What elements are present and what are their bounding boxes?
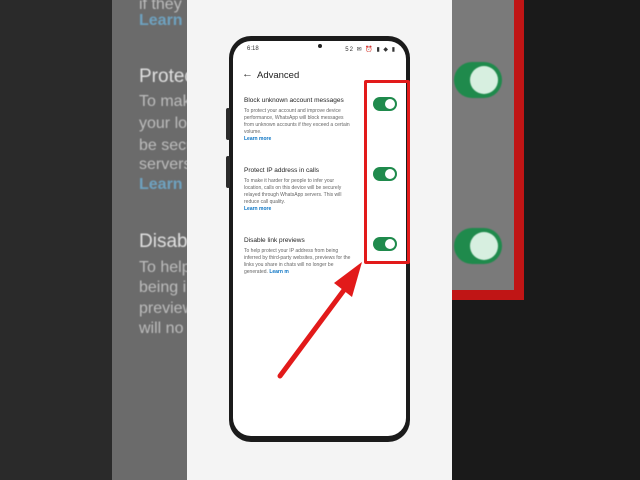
annotation-arrow-icon bbox=[277, 262, 362, 379]
